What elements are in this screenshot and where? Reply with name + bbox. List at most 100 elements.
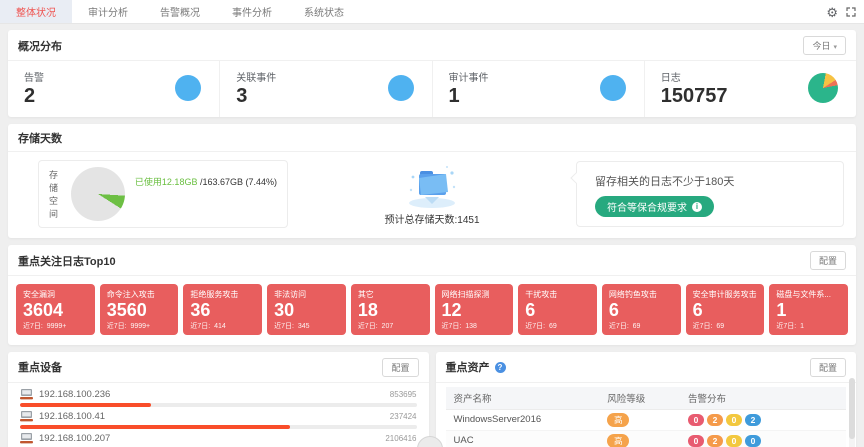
log-card[interactable]: 安全漏洞 3604 近7日: 9999+ [16, 284, 95, 335]
device-count: 237424 [390, 412, 417, 421]
stat-alerts[interactable]: 告警 2 [8, 61, 220, 117]
assets-table-header: 资产名称 风险等级 告警分布 [446, 387, 847, 410]
key-assets-section: 重点资产 ? 配置 资产名称 风险等级 告警分布 WindowsServer20… [436, 352, 857, 447]
stat-audit-events[interactable]: 审计事件 1 [433, 61, 645, 117]
storage-used-text: 已使用12.18GB [135, 177, 198, 187]
key-devices-section: 重点设备 配置 192.168.100.236 853695 192.168.1… [8, 352, 429, 447]
top-tabbar: 整体状况 审计分析 告警概况 事件分析 系统状态 ⚙ [0, 0, 864, 24]
scrollbar-thumb[interactable] [849, 378, 855, 439]
device-row[interactable]: 192.168.100.207 2106416 [20, 429, 417, 447]
tab-alert-overview[interactable]: 告警概况 [144, 0, 216, 23]
log-card-title: 网络钓鱼攻击 [609, 289, 674, 300]
recent-value: 69 [633, 323, 641, 330]
asset-row[interactable]: WindowsServer2016 高 0 2 0 2 [446, 410, 847, 431]
log-card-title: 安全漏洞 [23, 289, 88, 300]
recent-value: 69 [549, 323, 557, 330]
log-card-title: 非法访问 [274, 289, 339, 300]
log-card-title: 其它 [358, 289, 423, 300]
recent-label: 近7日: [23, 323, 43, 330]
storage-pie-chart [71, 167, 125, 221]
col-alert-distribution: 告警分布 [688, 391, 838, 405]
log-card[interactable]: 拒绝服务攻击 36 近7日: 414 [183, 284, 262, 335]
asset-row[interactable]: UAC 高 0 2 0 0 [446, 431, 847, 447]
bubble-notch [570, 172, 581, 183]
alert-badge-high: 2 [707, 414, 723, 426]
log-card[interactable]: 网络钓鱼攻击 6 近7日: 69 [602, 284, 681, 335]
key-assets-config-button[interactable]: 配置 [810, 358, 846, 377]
asset-name: UAC [454, 435, 608, 446]
stat-label: 审计事件 [449, 69, 489, 84]
risk-badge: 高 [607, 413, 629, 427]
stat-label: 告警 [24, 69, 44, 84]
tab-overall-status[interactable]: 整体状况 [0, 0, 72, 23]
log-card-value: 3560 [107, 300, 172, 321]
stat-label: 关联事件 [236, 69, 276, 84]
alert-badge-medium: 0 [726, 435, 742, 447]
storage-days-block: 预计总存储天数:1451 [298, 163, 566, 226]
fullscreen-icon[interactable] [846, 7, 856, 17]
tab-system-status[interactable]: 系统状态 [288, 0, 360, 23]
storage-space-card: 存储空间 已使用12.18GB /163.67GB (7.44%) [38, 160, 288, 228]
top-logs-config-button[interactable]: 配置 [810, 251, 846, 270]
device-icon [20, 411, 33, 422]
blue-circle-icon [175, 75, 201, 101]
help-icon[interactable]: ? [495, 362, 506, 373]
compliance-badge-button[interactable]: 符合等保合规要求 i [595, 196, 714, 217]
log-card-value: 6 [609, 300, 674, 321]
stat-logs[interactable]: 日志 150757 [645, 61, 856, 117]
recent-label: 近7日: [358, 323, 378, 330]
device-icon [20, 389, 33, 400]
date-range-button[interactable]: 今日▾ [803, 36, 846, 55]
device-count: 853695 [390, 390, 417, 399]
device-ip: 192.168.100.236 [39, 389, 110, 400]
recent-label: 近7日: [525, 323, 545, 330]
alert-badge-medium: 0 [726, 414, 742, 426]
stat-value: 150757 [661, 86, 728, 107]
recent-value: 1 [800, 323, 804, 330]
blue-circle-icon [600, 75, 626, 101]
recent-value: 207 [382, 323, 394, 330]
tab-event-analysis[interactable]: 事件分析 [216, 0, 288, 23]
log-card[interactable]: 非法访问 30 近7日: 345 [267, 284, 346, 335]
log-card[interactable]: 干扰攻击 6 近7日: 69 [518, 284, 597, 335]
asset-name: WindowsServer2016 [454, 414, 608, 425]
key-assets-title: 重点资产 ? [446, 359, 506, 375]
log-card-value: 6 [525, 300, 590, 321]
col-asset-name: 资产名称 [454, 391, 608, 405]
log-pie-chart [808, 73, 838, 103]
alert-badge-high: 2 [707, 435, 723, 447]
recent-value: 9999+ [130, 323, 150, 330]
log-card[interactable]: 磁盘与文件系... 1 近7日: 1 [769, 284, 848, 335]
blue-circle-icon [388, 75, 414, 101]
log-card-value: 30 [274, 300, 339, 321]
stat-correlated-events[interactable]: 关联事件 3 [220, 61, 432, 117]
storage-title: 存储天数 [18, 130, 62, 146]
gear-icon[interactable]: ⚙ [826, 6, 838, 19]
dashboard-content: 概况分布 今日▾ 告警 2 关联事件 3 [0, 24, 864, 447]
log-card-title: 磁盘与文件系... [776, 289, 841, 300]
log-card[interactable]: 安全审计服务攻击 6 近7日: 69 [686, 284, 765, 335]
compliance-card: 留存相关的日志不少于180天 符合等保合规要求 i [576, 161, 844, 227]
info-icon: i [692, 202, 702, 212]
device-row[interactable]: 192.168.100.236 853695 [20, 385, 417, 407]
log-card[interactable]: 其它 18 近7日: 207 [351, 284, 430, 335]
recent-value: 9999+ [47, 323, 67, 330]
recent-label: 近7日: [107, 323, 127, 330]
device-row[interactable]: 192.168.100.41 237424 [20, 407, 417, 429]
log-card-title: 命令注入攻击 [107, 289, 172, 300]
device-count: 2106416 [385, 434, 416, 443]
scrollbar-track [849, 378, 855, 447]
device-icon [20, 433, 33, 444]
log-card[interactable]: 命令注入攻击 3560 近7日: 9999+ [100, 284, 179, 335]
log-card[interactable]: 网络扫描探测 12 近7日: 138 [435, 284, 514, 335]
storage-section: 存储天数 存储空间 已使用12.18GB /163.67GB (7.44%) [8, 124, 856, 238]
storage-days-text: 预计总存储天数:1451 [384, 211, 479, 226]
log-card-title: 干扰攻击 [525, 289, 590, 300]
log-card-title: 安全审计服务攻击 [693, 289, 758, 300]
tab-audit-analysis[interactable]: 审计分析 [72, 0, 144, 23]
key-devices-config-button[interactable]: 配置 [382, 358, 418, 377]
stat-value: 1 [449, 86, 489, 107]
stat-label: 日志 [661, 69, 728, 84]
recent-label: 近7日: [609, 323, 629, 330]
alert-badge-low: 2 [745, 414, 761, 426]
